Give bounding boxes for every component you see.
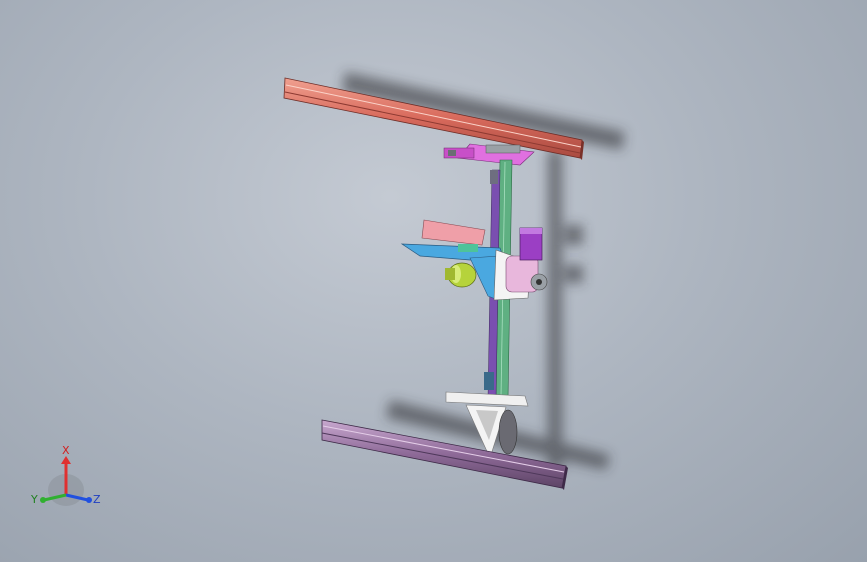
z-axis-label: Z xyxy=(93,493,101,506)
orientation-triad[interactable]: X Y Z xyxy=(28,440,108,520)
clamp-knob[interactable] xyxy=(445,262,477,288)
x-axis-head xyxy=(61,456,71,464)
tray-bracket[interactable] xyxy=(400,219,506,301)
x-axis-label: X xyxy=(62,444,70,457)
y-axis-label: Y xyxy=(30,493,38,506)
cad-viewport[interactable] xyxy=(0,0,867,562)
top-mount-plate[interactable] xyxy=(443,143,535,166)
y-axis-head xyxy=(40,497,46,503)
z-axis-head xyxy=(86,497,92,503)
